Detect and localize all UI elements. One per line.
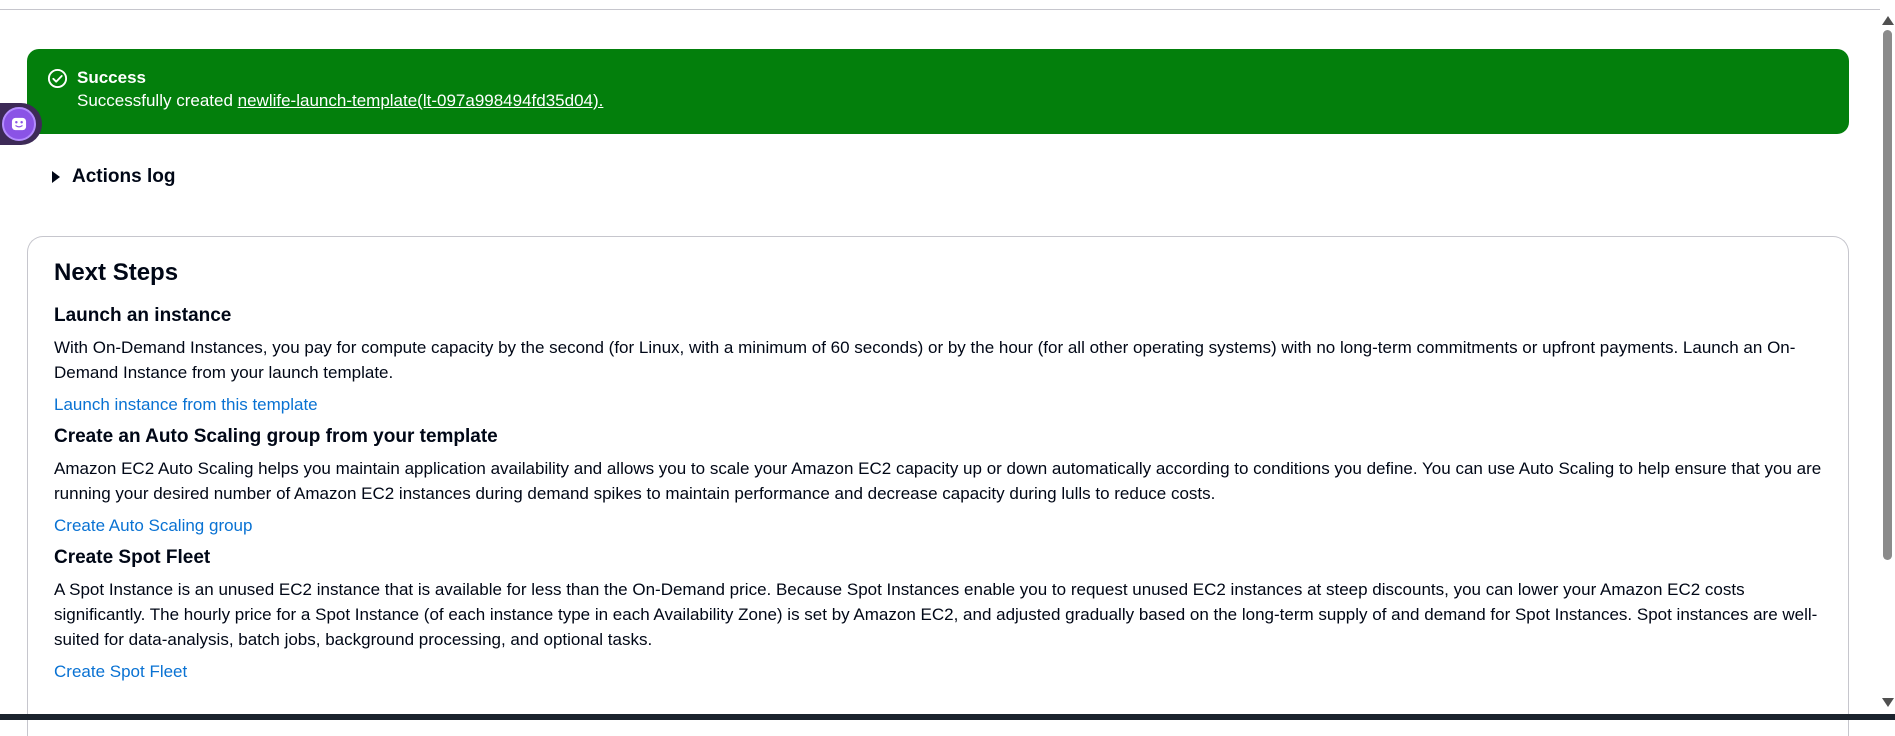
step-title: Create Spot Fleet xyxy=(54,547,211,568)
step-launch-instance: Launch an instance With On-Demand Instan… xyxy=(54,303,1822,424)
launch-instance-link[interactable]: Launch instance from this template xyxy=(54,393,318,417)
step-title: Launch an instance xyxy=(54,305,232,326)
actions-log-expander[interactable]: Actions log xyxy=(52,164,175,190)
launch-template-link[interactable]: newlife-launch-template(lt-097a998494fd3… xyxy=(238,91,604,110)
page: Success Successfully created newlife-lau… xyxy=(0,0,1880,736)
success-flashbar: Success Successfully created newlife-lau… xyxy=(27,49,1849,134)
scroll-down-arrow-icon[interactable] xyxy=(1882,698,1894,707)
step-auto-scaling: Create an Auto Scaling group from your t… xyxy=(54,424,1822,545)
step-description: With On-Demand Instances, you pay for co… xyxy=(54,338,1796,382)
flash-message-prefix: Successfully created xyxy=(77,91,238,110)
step-title: Create an Auto Scaling group from your t… xyxy=(54,426,498,447)
next-steps-container: Next Steps Launch an instance With On-De… xyxy=(27,236,1849,736)
next-steps-title: Next Steps xyxy=(54,259,179,286)
scrollbar-thumb[interactable] xyxy=(1883,30,1892,560)
step-description: Amazon EC2 Auto Scaling helps you mainta… xyxy=(54,459,1822,503)
flash-message: Successfully created newlife-launch-temp… xyxy=(77,89,1849,113)
step-description: A Spot Instance is an unused EC2 instanc… xyxy=(54,580,1818,649)
create-spot-fleet-link[interactable]: Create Spot Fleet xyxy=(54,660,187,684)
actions-log-label: Actions log xyxy=(72,166,176,187)
taskbar-edge xyxy=(0,714,1895,720)
top-divider xyxy=(0,9,1880,10)
step-spot-fleet: Create Spot Fleet A Spot Instance is an … xyxy=(54,545,1822,691)
vertical-scrollbar[interactable] xyxy=(1880,0,1895,714)
success-check-icon xyxy=(47,68,68,89)
create-auto-scaling-group-link[interactable]: Create Auto Scaling group xyxy=(54,514,252,538)
flash-header: Success xyxy=(77,68,146,87)
assistant-bubble[interactable] xyxy=(0,103,42,145)
scroll-up-arrow-icon[interactable] xyxy=(1882,16,1894,25)
caret-right-icon xyxy=(52,171,60,183)
assistant-face-icon xyxy=(2,107,36,141)
